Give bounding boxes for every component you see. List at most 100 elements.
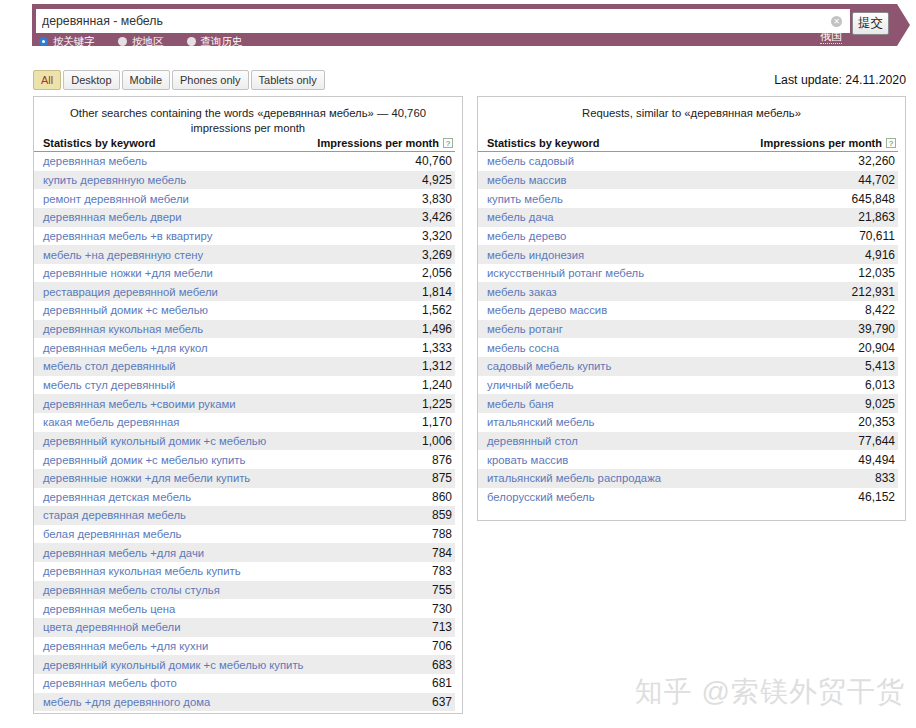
impressions-value: 713 (432, 620, 452, 634)
keyword-link[interactable]: деревянная мебель столы стулья (43, 584, 220, 596)
keyword-link[interactable]: мебель заказ (487, 286, 557, 298)
keyword-row: купить деревянную мебель4,925 (34, 171, 455, 190)
keyword-link[interactable]: мебель садовый (487, 155, 574, 167)
keyword-link[interactable]: ремонт деревянной мебели (43, 193, 189, 205)
impressions-value: 39,790 (858, 322, 895, 336)
impressions-value: 1,225 (422, 397, 452, 411)
keyword-row: деревянная мебель +для дачи784 (34, 543, 455, 562)
help-icon[interactable]: ? (886, 138, 896, 148)
keyword-link[interactable]: итальянский мебель (487, 416, 594, 428)
tab-desktop[interactable]: Desktop (63, 70, 119, 90)
keyword-link[interactable]: деревянная кукольная мебель (43, 323, 203, 335)
impressions-value: 833 (875, 471, 895, 485)
keyword-link[interactable]: реставрация деревянной мебели (43, 286, 218, 298)
keyword-row: мебель индонезия4,916 (478, 245, 898, 264)
keyword-link[interactable]: мебель стол деревянный (43, 360, 176, 372)
keyword-row: белая деревянная мебель788 (34, 525, 455, 544)
keyword-link[interactable]: мебель +для деревянного дома (43, 696, 210, 708)
watermark: 知乎 @索镁外贸干货 (635, 673, 905, 711)
impressions-value: 212,931 (852, 285, 895, 299)
keyword-link[interactable]: деревянная мебель двери (43, 211, 182, 223)
impressions-value: 20,904 (858, 341, 895, 355)
keyword-link[interactable]: деревянная мебель +для кухни (43, 640, 208, 652)
keyword-link[interactable]: мебель ротанг (487, 323, 563, 335)
keyword-row: деревянный домик +с мебелью 1,562 (34, 301, 455, 320)
tab-all[interactable]: All (33, 70, 61, 90)
tab-tablets-only[interactable]: Tablets only (251, 70, 325, 90)
keyword-link[interactable]: мебель дерево (487, 230, 566, 242)
keyword-link[interactable]: деревянная мебель +своими руками (43, 398, 236, 410)
keyword-link[interactable]: деревянная мебель +для кукол (43, 342, 208, 354)
radio-icon[interactable] (187, 37, 196, 46)
search-mode-0[interactable]: 按关键字 (39, 36, 95, 47)
keyword-row: итальянский мебель20,353 (478, 413, 898, 432)
keyword-link[interactable]: какая мебель деревянная (43, 416, 179, 428)
impressions-value: 1,562 (422, 303, 452, 317)
search-mode-1[interactable]: 按地区 (118, 36, 164, 47)
search-mode-row: 按关键字 按地区 查询历史 (39, 36, 243, 47)
keyword-link[interactable]: деревянный стол (487, 435, 578, 447)
keyword-link[interactable]: деревянные ножки +для мебели (43, 267, 213, 279)
keyword-link[interactable]: мебель сосна (487, 342, 559, 354)
keyword-link[interactable]: деревянная мебель +для дачи (43, 547, 204, 559)
keyword-row: деревянный кукольный домик +с мебелью ку… (34, 655, 455, 674)
keyword-link[interactable]: мебель +на деревянную стену (43, 249, 203, 261)
keyword-link[interactable]: мебель дерево массив (487, 304, 607, 316)
impressions-value: 3,426 (422, 210, 452, 224)
keyword-row: мебель дерево70,611 (478, 227, 898, 246)
keyword-link[interactable]: итальянский мебель распродажа (487, 472, 661, 484)
keyword-link[interactable]: мебель стул деревянный (43, 379, 175, 391)
clear-icon[interactable]: ✕ (831, 16, 842, 27)
keyword-row: деревянная мебель двери 3,426 (34, 208, 455, 227)
impressions-value: 5,413 (865, 359, 895, 373)
keyword-row: старая деревянная мебель859 (34, 506, 455, 525)
keyword-link[interactable]: кровать массив (487, 454, 568, 466)
keyword-link[interactable]: деревянная мебель фото (43, 677, 177, 689)
keyword-link[interactable]: мебель дача (487, 211, 554, 223)
keyword-link[interactable]: деревянный кукольный домик +с мебелью ку… (43, 659, 303, 671)
keyword-row: деревянная мебель цена730 (34, 599, 455, 618)
keyword-link[interactable]: деревянный домик +с мебелью (43, 304, 208, 316)
keyword-link[interactable]: мебель индонезия (487, 249, 584, 261)
keyword-link[interactable]: белая деревянная мебель (43, 528, 181, 540)
impressions-value: 1,496 (422, 322, 452, 336)
keyword-link[interactable]: деревянная кукольная мебель купить (43, 565, 241, 577)
panel-similar-requests: Requests, similar to «деревянная мебель»… (477, 96, 906, 521)
keyword-link[interactable]: деревянные ножки +для мебели купить (43, 472, 250, 484)
impressions-value: 1,814 (422, 285, 452, 299)
impressions-value: 637 (432, 695, 452, 709)
impressions-value: 9,025 (865, 397, 895, 411)
radio-icon[interactable] (118, 37, 127, 46)
radio-selected-icon[interactable] (39, 37, 48, 46)
tab-phones-only[interactable]: Phones only (172, 70, 249, 90)
keyword-link[interactable]: деревянная мебель цена (43, 603, 175, 615)
impressions-value: 2,056 (422, 266, 452, 280)
keyword-link[interactable]: деревянная детская мебель (43, 491, 191, 503)
keyword-link[interactable]: деревянная мебель +в квартиру (43, 230, 212, 242)
keyword-link[interactable]: деревянный кукольный домик +с мебелью (43, 435, 266, 447)
keyword-link[interactable]: искусственный ротанг мебель (487, 267, 644, 279)
keyword-link[interactable]: белорусский мебель (487, 491, 595, 503)
keyword-link[interactable]: купить мебель (487, 193, 563, 205)
region-link[interactable]: 俄国 (820, 30, 842, 44)
tab-mobile[interactable]: Mobile (122, 70, 170, 90)
keyword-row: мебель заказ 212,931 (478, 282, 898, 301)
keyword-row: деревянная мебель +своими руками 1,225 (34, 394, 455, 413)
keyword-link[interactable]: старая деревянная мебель (43, 509, 186, 521)
help-icon[interactable]: ? (443, 138, 453, 148)
col-header-impressions-label: Impressions per month (317, 137, 439, 149)
keyword-table: Statistics by keyword Impressions per mo… (34, 137, 455, 711)
keyword-link[interactable]: садовый мебель купить (487, 360, 611, 372)
submit-button[interactable]: 提交 (852, 12, 889, 35)
keyword-link[interactable]: деревянная мебель (43, 155, 147, 167)
col-header-keyword: Statistics by keyword (487, 137, 600, 149)
keyword-link[interactable]: мебель баня (487, 398, 554, 410)
keyword-link[interactable]: купить деревянную мебель (43, 174, 186, 186)
search-input[interactable] (36, 9, 850, 33)
keyword-link[interactable]: деревянный домик +с мебелью купить (43, 454, 245, 466)
search-mode-2[interactable]: 查询历史 (187, 36, 243, 47)
keyword-row: деревянная мебель +для кухни706 (34, 637, 455, 656)
keyword-link[interactable]: мебель массив (487, 174, 566, 186)
keyword-link[interactable]: цвета деревянной мебели (43, 621, 180, 633)
keyword-link[interactable]: уличный мебель (487, 379, 574, 391)
